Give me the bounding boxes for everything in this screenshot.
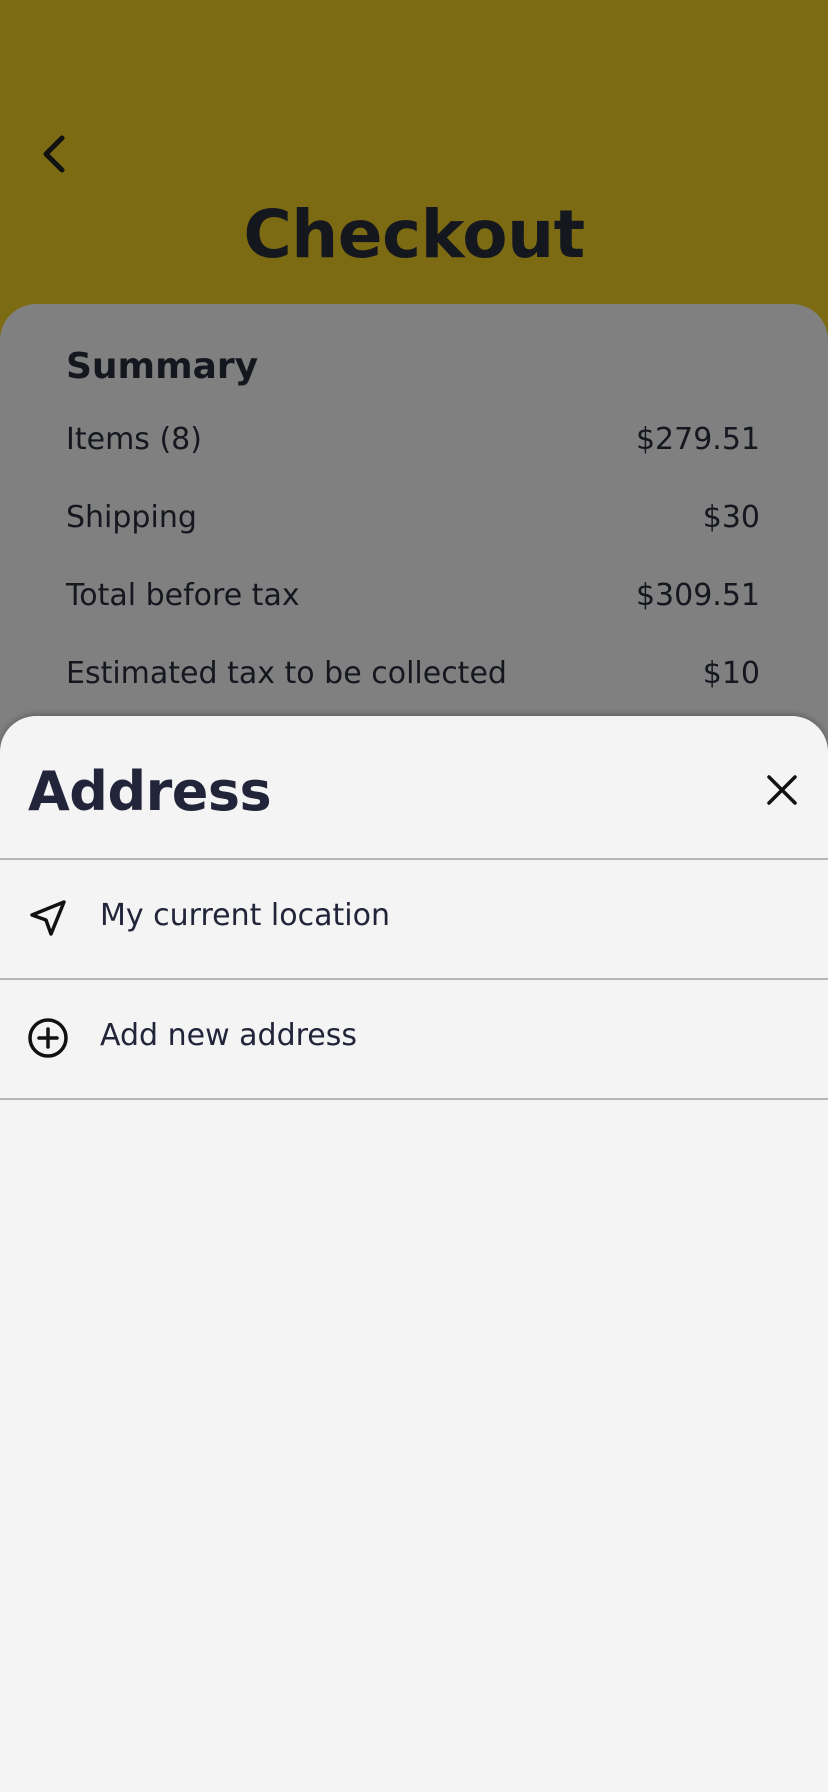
summary-row-value: $10 xyxy=(702,656,760,691)
summary-row-value: $309.51 xyxy=(635,578,760,613)
summary-row-label: Items (8) xyxy=(66,422,202,457)
summary-row-total-before-tax: Total before tax $309.51 xyxy=(66,578,760,613)
summary-row-value: $279.51 xyxy=(635,422,760,457)
back-button[interactable] xyxy=(30,130,78,178)
plus-circle-icon xyxy=(26,1016,70,1060)
sheet-title: Address xyxy=(28,760,272,823)
summary-row-items: Items (8) $279.51 xyxy=(66,422,760,457)
navigation-arrow-icon xyxy=(26,896,70,940)
summary-heading: Summary xyxy=(66,346,259,387)
address-bottom-sheet: Address My current location Add new addr… xyxy=(0,716,828,1792)
page-title: Checkout xyxy=(243,196,585,273)
summary-row-shipping: Shipping $30 xyxy=(66,500,760,535)
option-label: My current location xyxy=(100,898,390,933)
close-button[interactable] xyxy=(756,764,808,816)
divider xyxy=(0,1098,828,1100)
header-bar: Checkout xyxy=(0,0,828,320)
chevron-left-icon xyxy=(43,135,65,173)
close-icon xyxy=(767,775,797,805)
summary-row-value: $30 xyxy=(702,500,760,535)
summary-row-label: Total before tax xyxy=(66,578,300,613)
summary-row-estimated-tax: Estimated tax to be collected $10 xyxy=(66,656,760,691)
option-label: Add new address xyxy=(100,1018,358,1053)
current-location-option[interactable]: My current location xyxy=(0,860,828,978)
add-new-address-option[interactable]: Add new address xyxy=(0,980,828,1098)
summary-row-label: Shipping xyxy=(66,500,197,535)
summary-row-label: Estimated tax to be collected xyxy=(66,656,507,691)
